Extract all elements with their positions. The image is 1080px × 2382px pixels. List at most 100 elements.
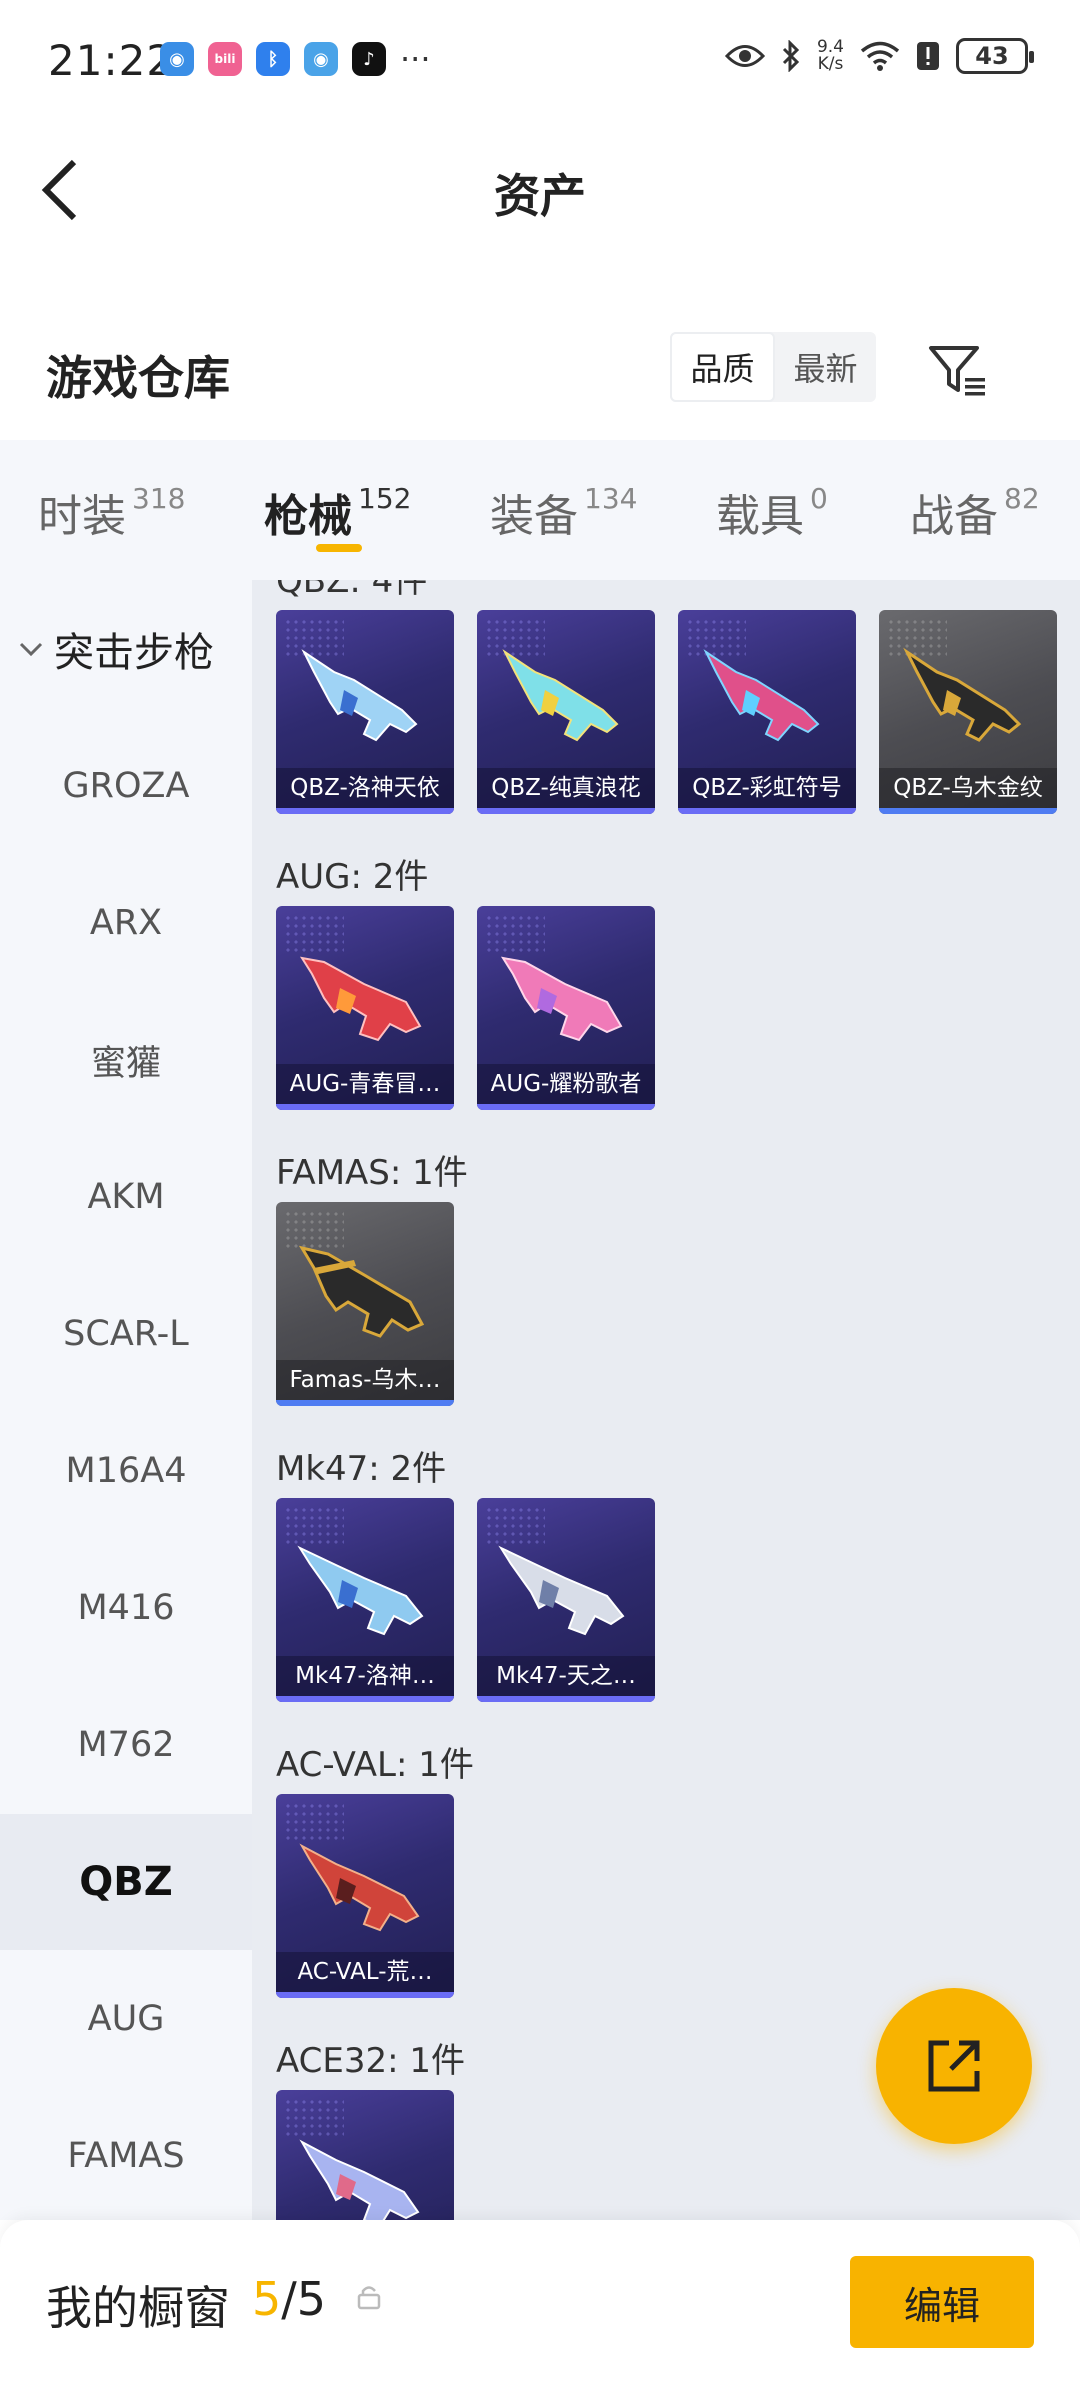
rarity-bar	[276, 1992, 454, 1998]
weapon-type-sidebar: 突击步枪 GROZA ARX 蜜獾 AKM SCAR-L M16A4 M416 …	[0, 580, 252, 2220]
tab-battle-gear[interactable]: 战备 82	[910, 480, 1040, 544]
skin-card[interactable]: Mk47-天之…	[477, 1498, 655, 1702]
skin-card[interactable]: Famas-乌木…	[276, 1202, 454, 1406]
sort-toggle: 品质 最新	[670, 332, 876, 402]
rifle-icon	[298, 1245, 425, 1338]
status-bar: 21:22 ◉ bili ᛒ ◉ ♪ ··· 9.4 K/s 43	[0, 0, 1080, 125]
bilibili-icon: bili	[208, 42, 242, 76]
sort-quality-button[interactable]: 品质	[670, 332, 775, 402]
tab-fashion[interactable]: 时装 318	[38, 480, 185, 544]
tab-vehicles[interactable]: 载具 0	[716, 480, 828, 544]
net-speed: 9.4 K/s	[817, 39, 844, 73]
sidebar-item-m416[interactable]: M416	[0, 1540, 252, 1676]
skin-card[interactable]	[276, 2090, 454, 2220]
sidebar-item-m16a4[interactable]: M16A4	[0, 1403, 252, 1539]
sidebar-item-arx[interactable]: ARX	[0, 855, 252, 991]
sidebar-item-m762[interactable]: M762	[0, 1677, 252, 1813]
tiktok-icon: ♪	[352, 42, 386, 76]
section-title: 游戏仓库	[46, 351, 230, 405]
app-notification-icon: ◉	[160, 42, 194, 76]
skin-card[interactable]: Mk47-洛神…	[276, 1498, 454, 1702]
group-title: AC-VAL: 1件	[276, 1745, 474, 1785]
tab-label: 枪械	[264, 491, 352, 542]
skin-card[interactable]: AUG-耀粉歌者	[477, 906, 655, 1110]
tab-count: 0	[810, 482, 828, 515]
skin-card[interactable]: QBZ-乌木金纹	[879, 610, 1057, 814]
sidebar-item-honey-badger[interactable]: 蜜獾	[0, 992, 252, 1128]
sidebar-group-assault-rifles[interactable]: 突击步枪	[18, 620, 214, 678]
sidebar-group-label: 突击步枪	[54, 630, 214, 676]
section-header: 游戏仓库 品质 最新	[0, 320, 1080, 440]
tab-label: 装备	[490, 491, 578, 542]
group-title: FAMAS: 1件	[276, 1153, 468, 1193]
rifle-icon	[500, 956, 623, 1042]
filter-icon	[929, 346, 985, 396]
rarity-bar	[678, 808, 856, 814]
skin-name: Mk47-天之…	[477, 1656, 655, 1696]
rifle-icon	[903, 647, 1022, 742]
weapon-group-ac-val: AC-VAL: 1件 AC-VAL-荒…	[276, 1740, 474, 1998]
weapon-group-aug: AUG: 2件 AUG-青春冒… AUG-耀粉歌者	[276, 852, 655, 1110]
net-speed-unit: K/s	[817, 54, 844, 74]
rarity-bar	[477, 1696, 655, 1702]
weapon-skin-list: QBZ: 4件 QBZ-洛神天依 QBZ-纯真浪花 QBZ-彩虹符号 QBZ-乌…	[252, 580, 1080, 2220]
tab-count: 134	[584, 482, 638, 515]
tab-count: 318	[132, 482, 186, 515]
skin-card[interactable]: AC-VAL-荒…	[276, 1794, 454, 1998]
app-notification-icon: ◉	[304, 42, 338, 76]
edit-button[interactable]: 编辑	[850, 2256, 1034, 2348]
sidebar-item-aug[interactable]: AUG	[0, 1951, 252, 2087]
skin-card[interactable]: QBZ-纯真浪花	[477, 610, 655, 814]
page-title: 资产	[494, 169, 586, 223]
rifle-icon	[299, 2139, 420, 2220]
rifle-icon	[299, 1843, 420, 1932]
status-app-icons: ◉ bili ᛒ ◉ ♪ ···	[160, 42, 431, 76]
rarity-bar	[879, 808, 1057, 814]
sort-newest-button[interactable]: 最新	[775, 332, 876, 402]
tab-equipment[interactable]: 装备 134	[490, 480, 637, 544]
filter-button[interactable]	[925, 340, 991, 400]
skin-card[interactable]: QBZ-彩虹符号	[678, 610, 856, 814]
sidebar-item-akm[interactable]: AKM	[0, 1129, 252, 1265]
sidebar-item-scar-l[interactable]: SCAR-L	[0, 1266, 252, 1402]
tab-firearms[interactable]: 枪械 152	[264, 480, 411, 544]
skin-name: AUG-青春冒…	[276, 1064, 454, 1104]
skin-name: AC-VAL-荒…	[276, 1952, 454, 1992]
rarity-bar	[276, 1400, 454, 1406]
share-button[interactable]	[876, 1988, 1032, 2144]
weapon-group-famas: FAMAS: 1件 Famas-乌木…	[276, 1148, 468, 1406]
skin-name: Famas-乌木…	[276, 1360, 454, 1400]
showcase-label: 我的橱窗	[46, 2281, 230, 2335]
battery-indicator: 43	[956, 38, 1034, 74]
sidebar-item-qbz[interactable]: QBZ	[0, 1814, 252, 1950]
rarity-bar	[276, 1696, 454, 1702]
bluetooth-app-icon: ᛒ	[256, 42, 290, 76]
tab-label: 战备	[910, 491, 998, 542]
showcase-current: 5	[252, 2272, 282, 2326]
skin-name: QBZ-乌木金纹	[879, 768, 1057, 808]
tab-count: 82	[1004, 482, 1040, 515]
showcase-count: 5/5	[252, 2272, 326, 2326]
share-icon	[928, 2040, 980, 2092]
rifle-icon	[498, 1545, 625, 1636]
status-right: 9.4 K/s 43	[724, 38, 1034, 74]
rarity-bar	[276, 808, 454, 814]
group-title: ACE32: 1件	[276, 2041, 466, 2081]
group-title: Mk47: 2件	[276, 1449, 447, 1489]
rifle-icon	[297, 1545, 424, 1636]
wifi-icon	[860, 41, 900, 71]
skin-card[interactable]: QBZ-洛神天依	[276, 610, 454, 814]
sidebar-item-groza[interactable]: GROZA	[0, 718, 252, 854]
category-tabs: 时装 318 枪械 152 装备 134 载具 0 战备 82	[0, 440, 1080, 580]
tab-count: 152	[358, 482, 412, 515]
skin-name: QBZ-彩虹符号	[678, 768, 856, 808]
skin-card[interactable]: AUG-青春冒…	[276, 906, 454, 1110]
rarity-bar	[276, 1104, 454, 1110]
rarity-bar	[477, 808, 655, 814]
skin-name: Mk47-洛神…	[276, 1656, 454, 1696]
sidebar-item-famas[interactable]: FAMAS	[0, 2088, 252, 2220]
status-time: 21:22	[48, 36, 175, 85]
skin-name: AUG-耀粉歌者	[477, 1064, 655, 1104]
bluetooth-icon	[782, 40, 800, 72]
group-title: AUG: 2件	[276, 857, 429, 897]
